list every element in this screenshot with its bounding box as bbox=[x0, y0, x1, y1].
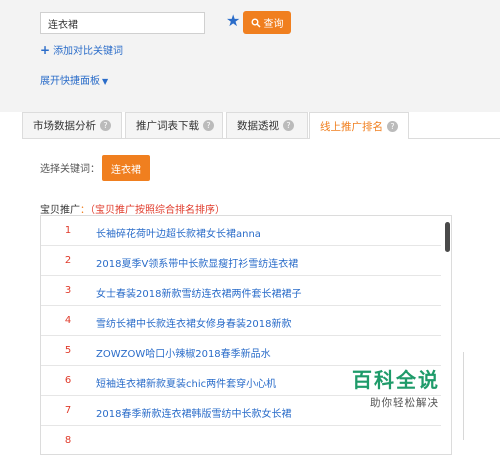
rank-number: 2 bbox=[64, 255, 72, 266]
item-title-link[interactable]: 雪纺长裙中长款连衣裙女修身春装2018新款 bbox=[96, 315, 291, 330]
expand-quick-panel-link[interactable]: 展开快捷面板 ▼ bbox=[40, 72, 108, 87]
tab-bar: 市场数据分析? 推广词表下载? 数据透视? 线上推广排名? bbox=[22, 112, 500, 139]
list-item[interactable]: 8 bbox=[41, 426, 441, 454]
watermark-sub-text: 助你轻松解决 bbox=[370, 397, 439, 409]
rank-number: 4 bbox=[64, 315, 72, 326]
item-title-link[interactable]: 长袖碎花荷叶边超长款裙女长裙anna bbox=[96, 225, 261, 240]
list-item[interactable]: 1 长袖碎花荷叶边超长款裙女长裙anna bbox=[41, 216, 441, 246]
tab-online-ranking[interactable]: 线上推广排名? bbox=[309, 112, 409, 139]
list-item[interactable]: 3 女士春装2018新款雪纺连衣裙两件套长裙裙子 bbox=[41, 276, 441, 306]
caret-down-icon: ▼ bbox=[102, 77, 109, 86]
tab-label: 数据透视 bbox=[237, 120, 279, 132]
tab-label: 线上推广排名 bbox=[320, 120, 383, 133]
help-icon[interactable]: ? bbox=[203, 120, 214, 131]
add-compare-label: 添加对比关键词 bbox=[53, 46, 124, 57]
panel-gap bbox=[0, 98, 500, 112]
keyword-select-label: 选择关键词： bbox=[40, 164, 100, 175]
add-compare-keyword-link[interactable]: + 添加对比关键词 bbox=[40, 42, 123, 57]
keyword-search-input[interactable] bbox=[40, 12, 205, 34]
item-title-link[interactable]: 2018夏季V领系带中长款显瘦打衫雪纺连衣裙 bbox=[96, 255, 298, 270]
rank-number: 7 bbox=[64, 405, 72, 416]
ranking-list: 1 长袖碎花荷叶边超长款裙女长裙anna 2 2018夏季V领系带中长款显瘦打衫… bbox=[40, 215, 452, 455]
item-title-link[interactable]: 短袖连衣裙新款夏装chic两件套穿小心机 bbox=[96, 375, 276, 390]
item-title-link[interactable]: 女士春装2018新款雪纺连衣裙两件套长裙裙子 bbox=[96, 285, 301, 300]
query-button-label: 查询 bbox=[263, 19, 284, 30]
list-item[interactable]: 2 2018夏季V领系带中长款显瘦打衫雪纺连衣裙 bbox=[41, 246, 441, 276]
list-scrollbar[interactable] bbox=[445, 222, 450, 252]
search-icon bbox=[251, 18, 261, 28]
item-title-link[interactable]: 2018春季新款连衣裙韩版雪纺中长款女长裙 bbox=[96, 405, 291, 420]
watermark-logo: 百科全说 助你轻松解决 bbox=[352, 368, 472, 410]
rank-number: 1 bbox=[64, 225, 72, 236]
rank-number: 6 bbox=[64, 375, 72, 386]
help-icon[interactable]: ? bbox=[100, 120, 111, 131]
rank-number: 5 bbox=[64, 345, 72, 356]
list-item[interactable]: 5 ZOWZOW哈口小辣椒2018春季新品水 bbox=[41, 336, 441, 366]
tab-data-pivot[interactable]: 数据透视? bbox=[226, 112, 308, 138]
tab-label: 推广词表下载 bbox=[136, 120, 199, 132]
help-icon[interactable]: ? bbox=[387, 120, 398, 132]
promotion-heading: 宝贝推广：（宝贝推广按照综合排名排序） bbox=[40, 201, 225, 216]
tab-market-analysis[interactable]: 市场数据分析? bbox=[22, 112, 122, 138]
query-button[interactable]: 查询 bbox=[243, 11, 291, 34]
help-icon[interactable]: ? bbox=[283, 120, 294, 131]
watermark-main-text: 百科全说 bbox=[352, 368, 440, 392]
tab-keyword-download[interactable]: 推广词表下载? bbox=[125, 112, 223, 138]
plus-icon: + bbox=[40, 43, 51, 57]
tab-label: 市场数据分析 bbox=[33, 120, 96, 132]
rank-number: 3 bbox=[64, 285, 72, 296]
star-icon[interactable]: ★ bbox=[226, 11, 240, 31]
rank-number: 8 bbox=[64, 435, 72, 446]
list-item[interactable]: 4 雪纺长裙中长款连衣裙女修身春装2018新款 bbox=[41, 306, 441, 336]
item-title-link[interactable]: ZOWZOW哈口小辣椒2018春季新品水 bbox=[96, 345, 271, 360]
expand-panel-label: 展开快捷面板 bbox=[40, 76, 100, 87]
keyword-chip[interactable]: 连衣裙 bbox=[102, 155, 150, 181]
